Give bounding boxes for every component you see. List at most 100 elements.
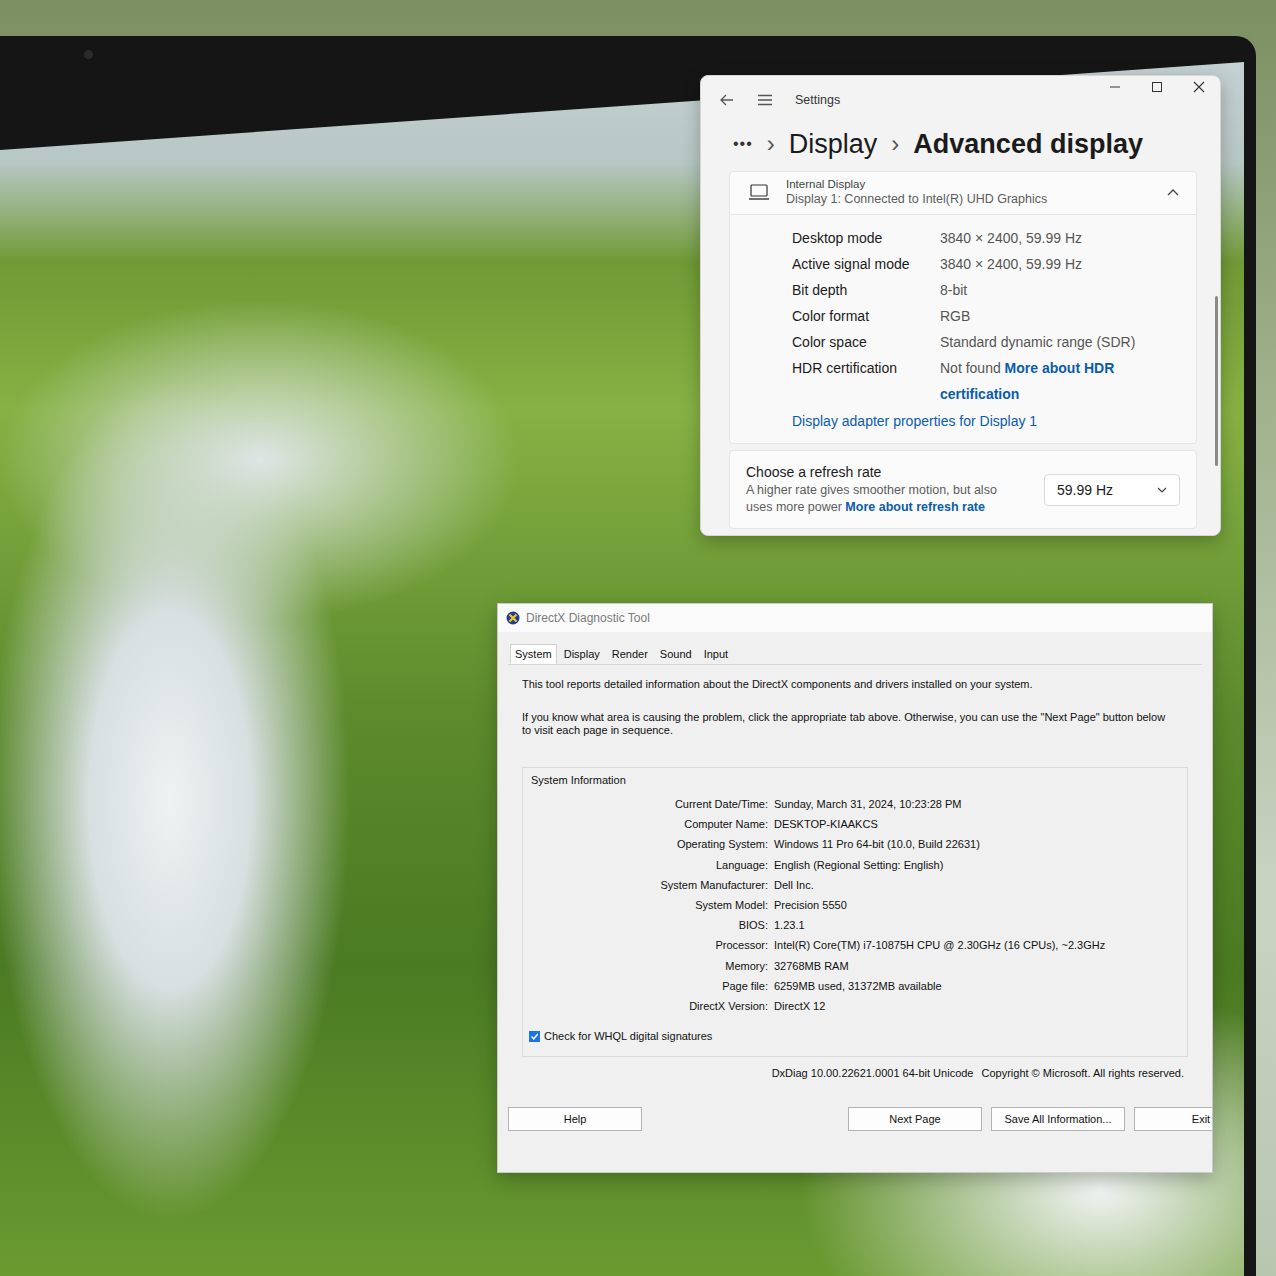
- info-value: Standard dynamic range (SDR): [940, 329, 1184, 355]
- title-bar: Settings: [701, 76, 1220, 124]
- window-title: DirectX Diagnostic Tool: [526, 611, 650, 625]
- tab[interactable]: Render: [607, 644, 653, 664]
- display-card-header[interactable]: Internal Display Display 1: Connected to …: [729, 171, 1197, 215]
- intro-text: This tool reports detailed information a…: [522, 677, 1188, 691]
- info-label: Desktop mode: [792, 225, 940, 251]
- info-label: DirectX Version:: [529, 996, 768, 1016]
- check-icon: [530, 1032, 539, 1041]
- breadcrumb-separator: ›: [767, 130, 775, 158]
- back-arrow-icon[interactable]: [719, 92, 735, 108]
- info-label: Computer Name:: [529, 814, 768, 834]
- refresh-rate-value: 59.99 Hz: [1057, 482, 1113, 498]
- dropdown-chevron-icon: [1157, 486, 1167, 494]
- info-value: 3840 × 2400, 59.99 Hz: [940, 225, 1184, 251]
- system-page: This tool reports detailed information a…: [508, 664, 1202, 1079]
- tab[interactable]: System: [510, 644, 557, 664]
- directx-icon: [506, 611, 520, 625]
- dialog-button[interactable]: Exit: [1134, 1107, 1213, 1131]
- info-label: Active signal mode: [792, 251, 940, 277]
- info-label: Processor:: [529, 935, 768, 955]
- refresh-title: Choose a refresh rate: [746, 463, 1032, 482]
- refresh-link[interactable]: More about refresh rate: [845, 500, 985, 514]
- close-icon[interactable]: [1178, 76, 1220, 98]
- window-controls: [1094, 76, 1220, 98]
- menu-icon[interactable]: [757, 92, 773, 108]
- tab-bar: SystemDisplayRenderSoundInput: [498, 632, 1212, 664]
- button-row: Help Next Page Save All Information... Exit: [498, 1079, 1212, 1131]
- info-value: English (Regional Setting: English): [774, 855, 1181, 875]
- info-value: Windows 11 Pro 64-bit (10.0, Build 22631…: [774, 834, 1181, 854]
- version-footer: DxDiag 10.00.22621.0001 64-bit Unicode Co…: [522, 1057, 1188, 1079]
- info-label: Bit depth: [792, 277, 940, 303]
- hint-text: If you know what area is causing the pro…: [522, 711, 1172, 737]
- button-spacer: [651, 1107, 839, 1131]
- info-label: Current Date/Time:: [529, 794, 768, 814]
- info-value-text: 8-bit: [940, 282, 967, 298]
- info-label: Page file:: [529, 976, 768, 996]
- maximize-icon[interactable]: [1136, 76, 1178, 98]
- whql-checkbox[interactable]: [529, 1031, 540, 1042]
- expand-chevron-icon[interactable]: [1166, 187, 1180, 197]
- breadcrumb-current: Advanced display: [913, 129, 1143, 160]
- adapter-properties-link[interactable]: Display adapter properties for Display 1: [792, 409, 1184, 433]
- window-title: Settings: [795, 93, 840, 107]
- refresh-text: Choose a refresh rateA higher rate gives…: [746, 463, 1032, 516]
- info-value: 32768MB RAM: [774, 956, 1181, 976]
- display-card: Internal Display Display 1: Connected to …: [729, 171, 1197, 444]
- minimize-icon[interactable]: [1094, 76, 1136, 98]
- display-name: Internal Display: [786, 178, 1047, 190]
- info-label: Operating System:: [529, 834, 768, 854]
- whql-option: Check for WHQL digital signatures: [529, 1030, 1181, 1042]
- tab[interactable]: Input: [699, 644, 733, 664]
- refresh-rate-dropdown[interactable]: 59.99 Hz: [1044, 474, 1180, 506]
- info-value-text: Standard dynamic range (SDR): [940, 334, 1135, 350]
- breadcrumb-more[interactable]: •••: [733, 135, 753, 153]
- group-title: System Information: [531, 774, 1181, 786]
- info-value: 6259MB used, 31372MB available: [774, 976, 1181, 996]
- info-value: RGB: [940, 303, 1184, 329]
- info-value: 3840 × 2400, 59.99 Hz: [940, 251, 1184, 277]
- display-info: Desktop mode3840 × 2400, 59.99 HzActive …: [729, 215, 1197, 444]
- laptop-icon: [748, 183, 770, 201]
- breadcrumb: ••• › Display › Advanced display: [701, 124, 1220, 164]
- info-value: 8-bit: [940, 277, 1184, 303]
- breadcrumb-separator: ›: [891, 130, 899, 158]
- info-value: Intel(R) Core(TM) i7-10875H CPU @ 2.30GH…: [774, 935, 1181, 955]
- tab[interactable]: Display: [559, 644, 605, 664]
- system-info-grid: Current Date/Time: Sunday, March 31, 2024…: [529, 794, 1181, 1016]
- info-value: Not found More about HDR certification: [940, 355, 1184, 407]
- dialog-button[interactable]: Help: [508, 1107, 642, 1131]
- info-value: DirectX 12: [774, 996, 1181, 1016]
- info-label: Color space: [792, 329, 940, 355]
- info-value-text: Not found: [940, 360, 1001, 376]
- whql-label[interactable]: Check for WHQL digital signatures: [544, 1030, 712, 1042]
- version-text: DxDiag 10.00.22621.0001 64-bit Unicode: [772, 1067, 974, 1079]
- dialog-button[interactable]: Save All Information...: [991, 1107, 1125, 1131]
- tab[interactable]: Sound: [655, 644, 697, 664]
- camera-dot: [84, 50, 93, 59]
- settings-window: Settings ••• › Display › Advanced display Inte…: [700, 75, 1221, 536]
- info-label: System Manufacturer:: [529, 875, 768, 895]
- display-connection: Display 1: Connected to Intel(R) UHD Gra…: [786, 192, 1047, 206]
- display-card-text: Internal Display Display 1: Connected to …: [786, 178, 1047, 206]
- info-label: Language:: [529, 855, 768, 875]
- dialog-button[interactable]: Next Page: [848, 1107, 982, 1131]
- info-label: System Model:: [529, 895, 768, 915]
- title-bar: DirectX Diagnostic Tool: [498, 604, 1212, 632]
- info-label: BIOS:: [529, 915, 768, 935]
- refresh-rate-card: Choose a refresh rateA higher rate gives…: [729, 450, 1197, 529]
- system-information-group: System Information Current Date/Time: Sund…: [522, 767, 1188, 1057]
- info-value: Precision 5550: [774, 895, 1181, 915]
- dxdiag-window: DirectX Diagnostic Tool SystemDisplayRend…: [497, 603, 1213, 1173]
- info-value-text: 3840 × 2400, 59.99 Hz: [940, 256, 1082, 272]
- info-label: Color format: [792, 303, 940, 329]
- info-value: Sunday, March 31, 2024, 10:23:28 PM: [774, 794, 1181, 814]
- info-label: Memory:: [529, 956, 768, 976]
- refresh-description: A higher rate gives smoother motion, but…: [746, 482, 1016, 516]
- breadcrumb-parent[interactable]: Display: [789, 129, 878, 160]
- copyright-text: Copyright © Microsoft. All rights reserv…: [981, 1067, 1184, 1079]
- info-value: 1.23.1: [774, 915, 1181, 935]
- scrollbar[interactable]: [1215, 296, 1218, 466]
- info-value: Dell Inc.: [774, 875, 1181, 895]
- info-value: DESKTOP-KIAAKCS: [774, 814, 1181, 834]
